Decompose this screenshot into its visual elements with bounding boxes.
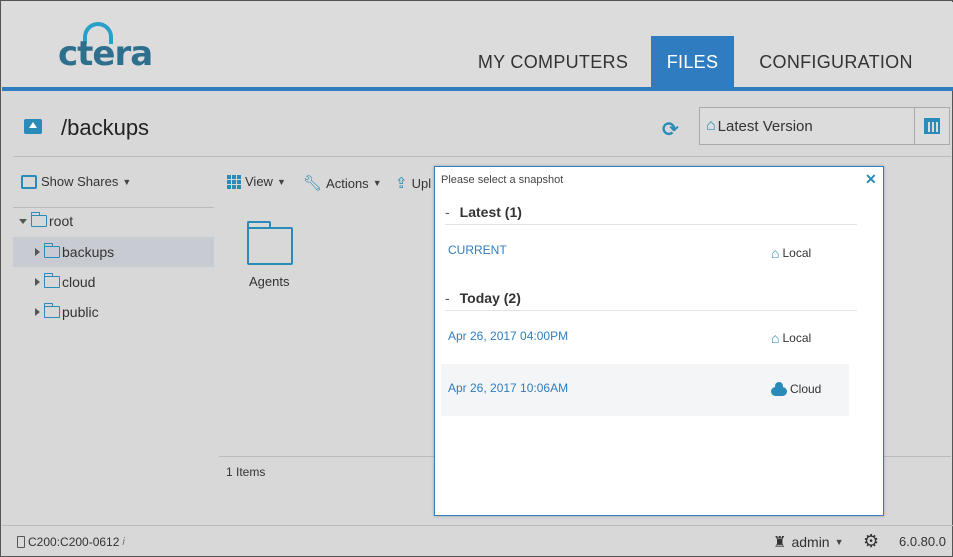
- tab-my-computers[interactable]: MY COMPUTERS: [468, 36, 638, 88]
- app-header: ctera MY COMPUTERS FILES CONFIGURATION: [2, 2, 953, 88]
- house-icon: ⌂: [771, 330, 780, 346]
- device-icon: [17, 536, 25, 548]
- folder-icon: [43, 303, 60, 318]
- expand-right-icon[interactable]: [35, 308, 40, 316]
- user-label: admin: [791, 534, 830, 550]
- folder-icon[interactable]: [246, 221, 293, 265]
- group-header-today[interactable]: - Today (2): [445, 290, 521, 306]
- version-selector[interactable]: ⌂ Latest Version: [699, 107, 915, 145]
- group-header-latest[interactable]: - Latest (1): [445, 204, 522, 220]
- view-button[interactable]: View ▼: [227, 174, 286, 189]
- view-label: View: [245, 174, 273, 189]
- gear-icon[interactable]: ⚙: [863, 531, 879, 552]
- snapshot-link[interactable]: Apr 26, 2017 10:06AM: [448, 381, 568, 395]
- ctera-logo[interactable]: ctera: [58, 22, 168, 74]
- snapshot-row[interactable]: Apr 26, 2017 10:06AM Cloud: [441, 364, 849, 416]
- shares-icon: [21, 174, 37, 189]
- location-label: Local: [782, 331, 812, 345]
- refresh-icon[interactable]: ⟳: [662, 117, 679, 141]
- tree-item-backups[interactable]: backups: [13, 237, 214, 267]
- folder-icon: [43, 273, 60, 288]
- expand-down-icon[interactable]: [19, 218, 27, 224]
- header-accent-bar: [2, 87, 953, 91]
- snapshot-link[interactable]: CURRENT: [448, 243, 507, 257]
- folder-icon: [43, 243, 60, 258]
- folder-open-icon: [30, 212, 47, 227]
- snapshot-dialog: Please select a snapshot ✕ - Latest (1) …: [434, 166, 884, 516]
- caret-down-icon: ▼: [372, 178, 382, 188]
- location-label: Local: [782, 246, 812, 260]
- version-number: 6.0.80.0: [899, 534, 946, 549]
- expand-right-icon[interactable]: [35, 248, 40, 256]
- divider: [445, 310, 857, 311]
- close-icon[interactable]: ✕: [865, 171, 877, 188]
- logo-text: ctera: [58, 34, 153, 74]
- snapshot-link[interactable]: Apr 26, 2017 04:00PM: [448, 329, 568, 343]
- expand-right-icon[interactable]: [35, 278, 40, 286]
- cloud-icon: [771, 381, 787, 396]
- divider: [445, 224, 857, 225]
- device-info: C200:C200-0612 i: [17, 535, 125, 549]
- group-label: Latest (1): [459, 204, 522, 220]
- grid-icon: [227, 174, 241, 189]
- snapshot-row[interactable]: CURRENT ⌂ Local: [441, 227, 849, 279]
- collapse-dash[interactable]: -: [445, 290, 450, 306]
- snapshot-row[interactable]: Apr 26, 2017 04:00PM ⌂ Local: [441, 312, 849, 364]
- actions-button[interactable]: 🔧︎ Actions ▼: [303, 174, 382, 192]
- upload-label: Upl: [411, 175, 432, 191]
- caret-down-icon: ▼: [122, 176, 132, 187]
- snapshot-location: Cloud: [771, 381, 822, 396]
- tree-item-label: cloud: [62, 274, 96, 290]
- divider: [2, 525, 953, 526]
- house-icon: ⌂: [771, 245, 780, 261]
- show-shares-dropdown[interactable]: Show Shares ▼: [21, 174, 131, 189]
- tree-item-label: backups: [62, 244, 115, 260]
- wrench-icon: 🔧︎: [303, 174, 323, 192]
- group-label: Today (2): [459, 290, 521, 306]
- tab-configuration[interactable]: CONFIGURATION: [750, 36, 922, 88]
- divider: [13, 156, 951, 157]
- calendar-icon: [924, 118, 940, 134]
- version-label: Latest Version: [717, 117, 813, 135]
- items-count: 1 Items: [226, 465, 266, 479]
- page-title: /backups: [61, 115, 150, 140]
- tree-item-root[interactable]: root: [13, 206, 214, 236]
- caret-down-icon: ▼: [834, 537, 844, 547]
- tree-item-cloud[interactable]: cloud: [13, 267, 214, 297]
- app-window: ctera MY COMPUTERS FILES CONFIGURATION /…: [0, 0, 953, 557]
- folder-up-icon[interactable]: [24, 119, 42, 134]
- house-icon: ⌂: [706, 117, 716, 134]
- show-shares-label: Show Shares: [41, 174, 119, 189]
- caret-down-icon: ▼: [276, 176, 286, 187]
- device-label: C200:C200-0612: [28, 535, 120, 549]
- folder-label[interactable]: Agents: [249, 274, 289, 289]
- snapshot-location: ⌂ Local: [771, 245, 811, 261]
- tree-item-label: root: [49, 213, 74, 229]
- collapse-dash[interactable]: -: [445, 204, 450, 220]
- calendar-button[interactable]: [914, 107, 950, 145]
- actions-label: Actions: [326, 175, 369, 191]
- upload-button[interactable]: ⇪ Upl: [395, 174, 431, 192]
- user-menu[interactable]: ♜ admin ▼: [773, 533, 844, 551]
- location-label: Cloud: [790, 382, 822, 396]
- tree-item-label: public: [62, 304, 99, 320]
- tab-files[interactable]: FILES: [651, 36, 734, 88]
- tree-item-public[interactable]: public: [13, 297, 214, 327]
- dialog-title: Please select a snapshot: [441, 174, 564, 186]
- info-icon[interactable]: i: [122, 536, 124, 548]
- upload-icon: ⇪: [395, 174, 408, 192]
- user-icon: ♜: [773, 534, 787, 551]
- snapshot-location: ⌂ Local: [771, 330, 811, 346]
